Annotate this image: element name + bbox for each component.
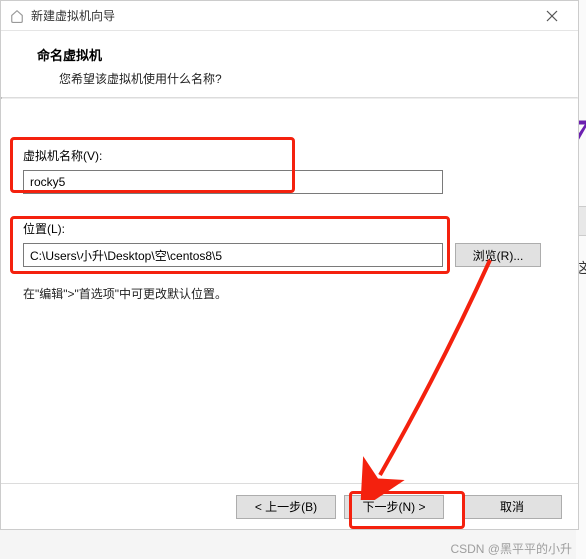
home-icon xyxy=(9,8,25,24)
location-input[interactable] xyxy=(23,243,443,267)
vm-name-input[interactable] xyxy=(23,170,443,194)
hint-text: 在"编辑">"首选项"中可更改默认位置。 xyxy=(23,285,556,302)
close-button[interactable] xyxy=(532,2,572,30)
next-button[interactable]: 下一步(N) > xyxy=(344,495,444,519)
wizard-header: 命名虚拟机 您希望该虚拟机使用什么名称? xyxy=(1,31,578,97)
wizard-body: 虚拟机名称(V): 位置(L): 浏览(R)... 在"编辑">"首选项"中可更… xyxy=(1,99,578,302)
location-label: 位置(L): xyxy=(23,220,556,237)
cancel-button[interactable]: 取消 xyxy=(462,495,562,519)
vm-name-label: 虚拟机名称(V): xyxy=(23,147,556,164)
wizard-footer: < 上一步(B) 下一步(N) > 取消 xyxy=(1,483,578,529)
window-title: 新建虚拟机向导 xyxy=(31,7,115,24)
wizard-dialog: 新建虚拟机向导 命名虚拟机 您希望该虚拟机使用什么名称? 虚拟机名称(V): 位… xyxy=(0,0,579,530)
back-button[interactable]: < 上一步(B) xyxy=(236,495,336,519)
page-subtitle: 您希望该虚拟机使用什么名称? xyxy=(59,70,558,87)
watermark: CSDN @黑平平的小升 xyxy=(450,540,572,557)
titlebar: 新建虚拟机向导 xyxy=(1,1,578,31)
browse-button[interactable]: 浏览(R)... xyxy=(455,243,541,267)
page-title: 命名虚拟机 xyxy=(37,45,558,64)
